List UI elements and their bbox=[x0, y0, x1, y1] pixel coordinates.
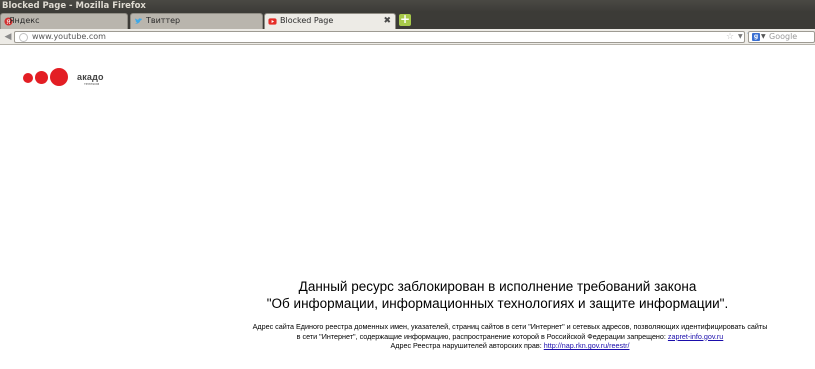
tab-label: Blocked Page bbox=[280, 16, 334, 25]
bookmark-star-icon[interactable]: ☆ bbox=[726, 32, 734, 42]
navigation-bar: ◀ www.youtube.com ☆ ▼ ↻ g ▼ Google bbox=[0, 29, 815, 45]
url-text: www.youtube.com bbox=[32, 32, 106, 41]
logo-dot bbox=[23, 73, 33, 83]
window-title: Blocked Page - Mozilla Firefox bbox=[2, 1, 146, 11]
url-bar[interactable]: www.youtube.com ☆ ▼ ↻ bbox=[14, 31, 755, 43]
notice-line-3: Адрес Реестра нарушителей авторских прав… bbox=[230, 341, 790, 351]
notice-line-3-text: Адрес Реестра нарушителей авторских прав… bbox=[390, 341, 544, 350]
search-bar[interactable]: g ▼ Google bbox=[748, 31, 815, 43]
youtube-icon bbox=[268, 18, 277, 25]
notice-line-1: Адрес сайта Единого реестра доменных име… bbox=[252, 322, 768, 331]
akado-logo: акадо телеком bbox=[23, 68, 113, 88]
zapret-info-link[interactable]: zapret-info.gov.ru bbox=[668, 332, 723, 341]
chevron-down-icon[interactable]: ▼ bbox=[738, 32, 743, 42]
notice-line-2: в сети "Интернет", содержащие информацию… bbox=[230, 332, 790, 342]
block-heading: Данный ресурс заблокирован в исполнение … bbox=[240, 278, 755, 312]
tab-label: Твиттер bbox=[146, 16, 181, 25]
back-arrow-icon: ◀ bbox=[4, 32, 12, 42]
chevron-down-icon[interactable]: ▼ bbox=[761, 32, 766, 42]
plus-icon: + bbox=[399, 12, 411, 26]
tab-label: Яндекс bbox=[9, 16, 40, 25]
window-title-bar: Blocked Page - Mozilla Firefox bbox=[0, 0, 815, 12]
google-icon[interactable]: g bbox=[752, 33, 760, 41]
registry-notice: Адрес сайта Единого реестра доменных име… bbox=[230, 322, 790, 351]
tab-yandex[interactable]: Я Яндекс bbox=[0, 13, 128, 29]
back-button[interactable]: ◀ bbox=[2, 31, 14, 43]
tab-twitter[interactable]: Твиттер bbox=[130, 13, 263, 29]
nap-registry-link[interactable]: http://nap.rkn.gov.ru/reestr/ bbox=[544, 341, 630, 350]
close-tab-icon[interactable]: ✖ bbox=[383, 14, 391, 28]
search-placeholder: Google bbox=[769, 32, 798, 41]
notice-line-2-text: в сети "Интернет", содержащие информацию… bbox=[296, 331, 668, 341]
block-heading-line-1: Данный ресурс заблокирован в исполнение … bbox=[298, 279, 697, 294]
tab-strip: Я Яндекс Твиттер Blocked Page ✖ + bbox=[0, 12, 815, 29]
logo-subtitle: телеком bbox=[84, 81, 100, 86]
twitter-icon bbox=[134, 18, 143, 24]
new-tab-button[interactable]: + bbox=[399, 12, 411, 26]
globe-icon bbox=[19, 33, 28, 42]
logo-dot bbox=[50, 68, 68, 86]
tab-blocked-page[interactable]: Blocked Page ✖ bbox=[264, 13, 396, 29]
block-heading-line-2: "Об информации, информационных технологи… bbox=[266, 296, 729, 311]
logo-dot bbox=[35, 71, 48, 84]
